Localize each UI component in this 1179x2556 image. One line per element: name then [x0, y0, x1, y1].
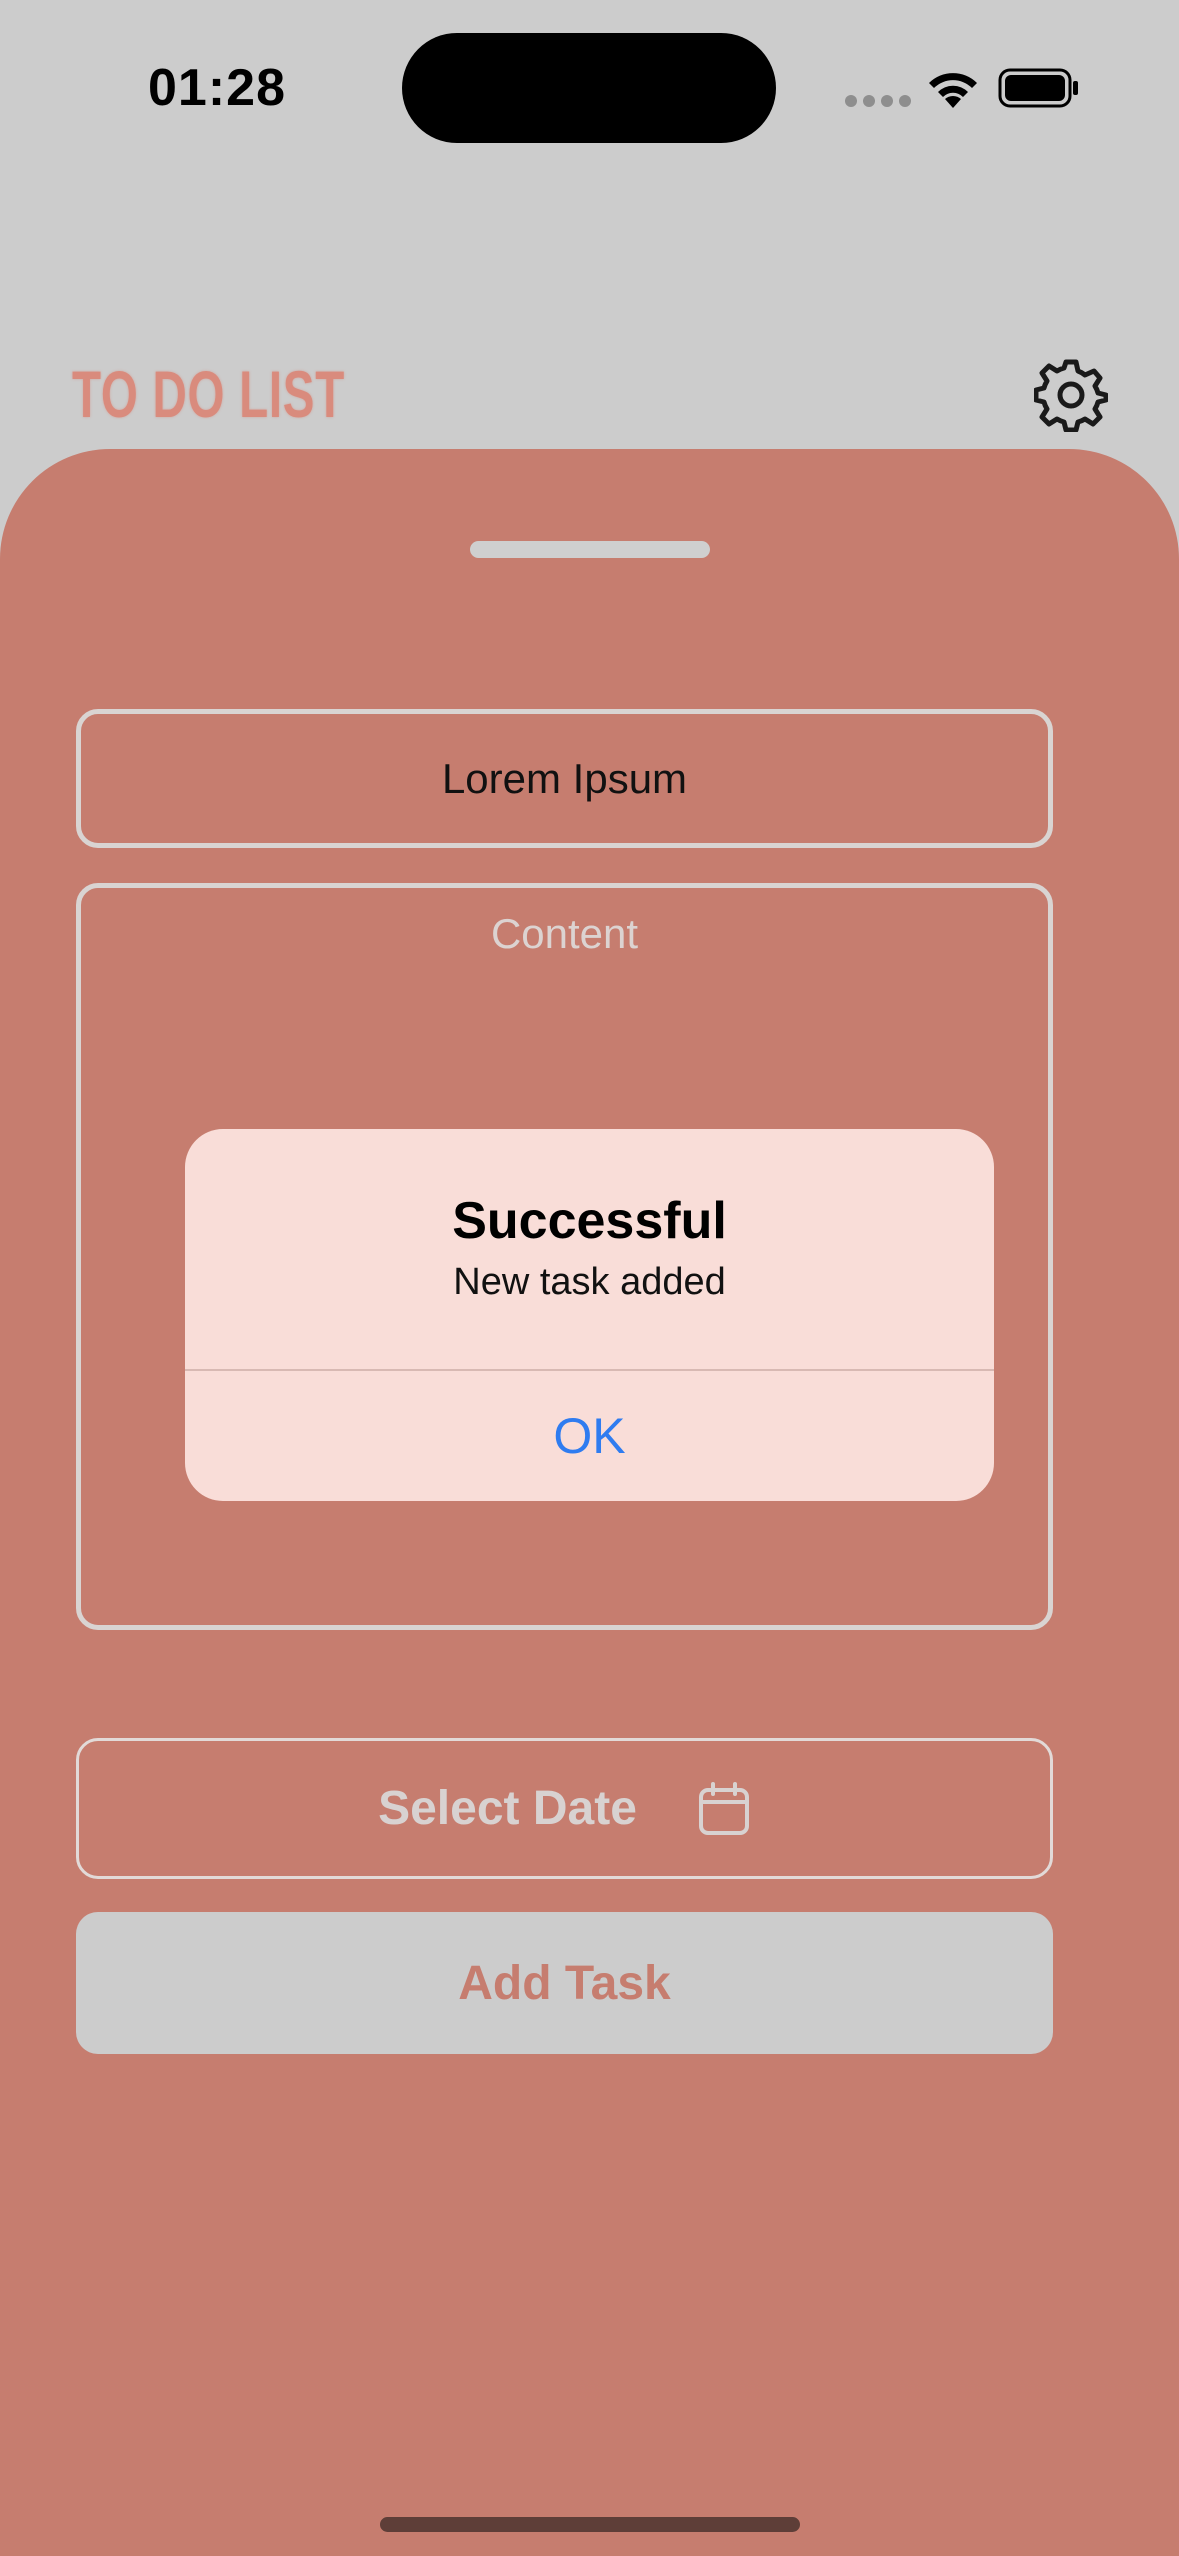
- add-task-button[interactable]: Add Task: [76, 1912, 1053, 2054]
- alert-message: New task added: [453, 1261, 726, 1303]
- battery-icon: [998, 68, 1078, 108]
- home-indicator[interactable]: [380, 2517, 800, 2532]
- gear-icon[interactable]: [1034, 358, 1108, 432]
- success-alert: Successful New task added OK: [185, 1129, 994, 1501]
- calendar-icon: [698, 1781, 749, 1835]
- status-time: 01:28: [148, 59, 286, 117]
- alert-ok-button[interactable]: OK: [185, 1371, 994, 1501]
- cellular-signal-icon: [845, 95, 911, 107]
- content-placeholder: Content: [490, 910, 639, 957]
- alert-title: Successful: [452, 1192, 727, 1250]
- sheet-grabber[interactable]: [470, 541, 710, 558]
- dynamic-island: [402, 33, 776, 143]
- select-date-button[interactable]: Select Date: [76, 1738, 1053, 1879]
- app-title: TO DO LIST: [72, 357, 345, 431]
- task-title-value: Lorem Ipsum: [441, 754, 688, 802]
- select-date-label: Select Date: [378, 1782, 637, 1835]
- task-title-field[interactable]: Lorem Ipsum: [76, 709, 1053, 848]
- wifi-icon: [929, 73, 977, 108]
